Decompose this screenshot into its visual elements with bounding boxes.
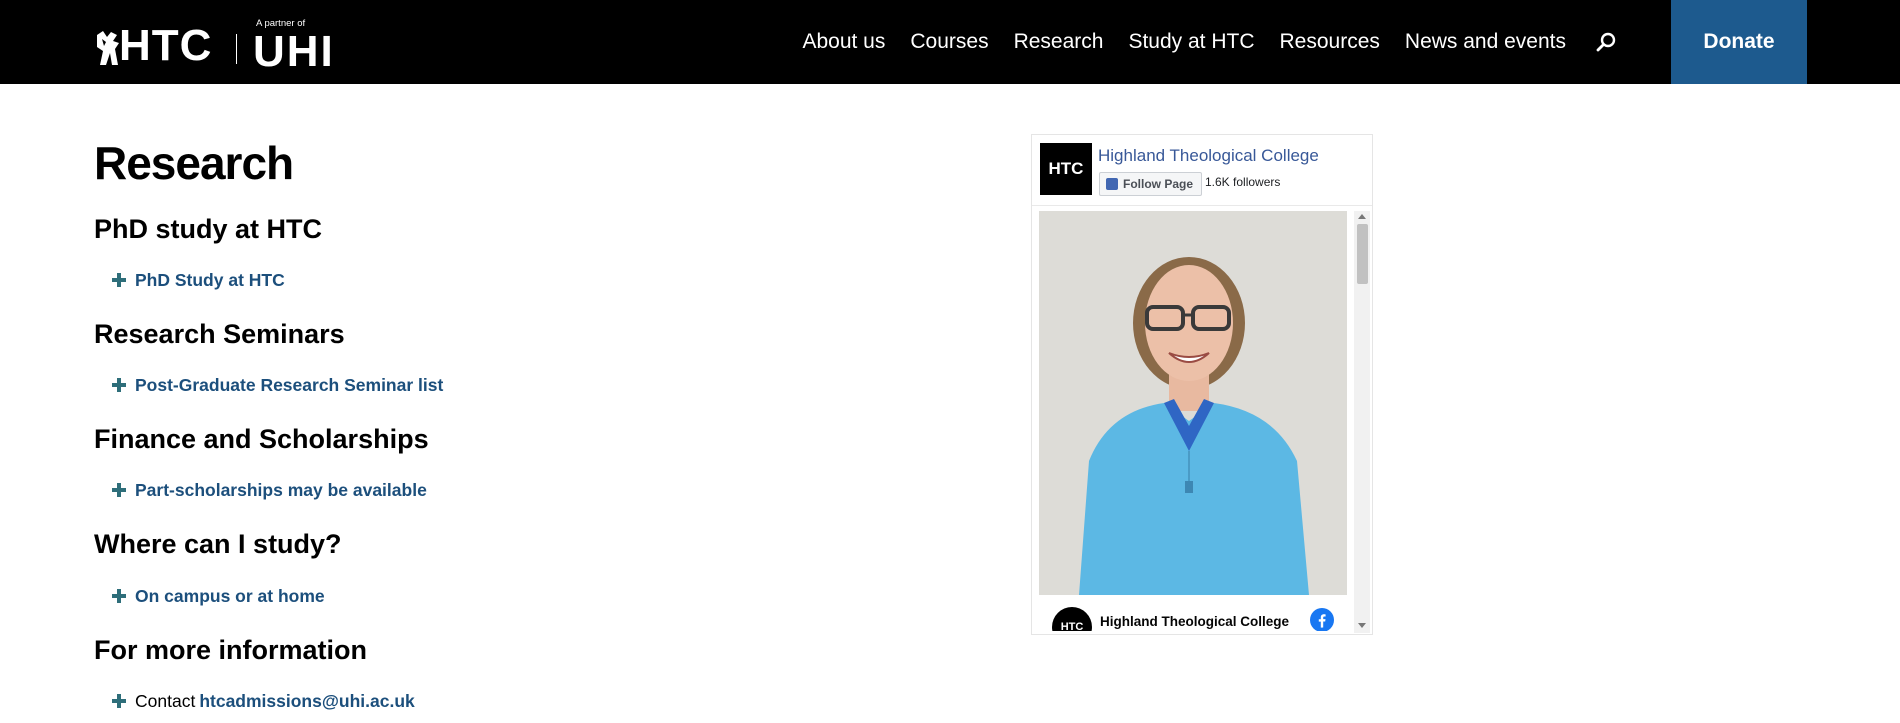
nav-courses[interactable]: Courses (910, 30, 988, 54)
main-nav: About us Courses Research Study at HTC R… (802, 0, 1617, 84)
scroll-up-icon[interactable] (1358, 214, 1366, 219)
nav-news-and-events[interactable]: News and events (1405, 30, 1566, 54)
fb-follower-count: 1.6K followers (1205, 175, 1281, 189)
section-heading-where: Where can I study? (94, 529, 342, 559)
link-phd-study[interactable]: PhD Study at HTC (135, 270, 285, 291)
nav-study-at-htc[interactable]: Study at HTC (1128, 30, 1254, 54)
link-admissions-email[interactable]: htcadmissions@uhi.ac.uk (199, 691, 414, 712)
list-item: On campus or at home (111, 586, 325, 607)
scroll-down-icon[interactable] (1358, 623, 1366, 628)
htc-logo[interactable]: HTC (93, 24, 221, 70)
fb-follow-button[interactable]: Follow Page (1099, 172, 1203, 196)
plus-icon (112, 272, 126, 287)
list-item: Post-Graduate Research Seminar list (111, 375, 443, 396)
facebook-icon (1106, 178, 1118, 190)
plus-icon (112, 377, 126, 392)
logo-divider (236, 34, 237, 64)
link-seminar-list[interactable]: Post-Graduate Research Seminar list (135, 375, 443, 396)
list-item: PhD Study at HTC (111, 270, 285, 291)
fb-page-name-link[interactable]: Highland Theological College (1098, 146, 1319, 166)
scroll-thumb[interactable] (1357, 224, 1368, 284)
list-item: Contact htcadmissions@uhi.ac.uk (111, 691, 415, 712)
fb-feed[interactable]: HTC Highland Theological College (1039, 211, 1349, 631)
section-heading-phd: PhD study at HTC (94, 214, 323, 244)
plus-icon (112, 693, 126, 708)
uhi-logo[interactable]: UHI (253, 30, 335, 74)
facebook-page-widget: HTC Highland Theological College Follow … (1031, 134, 1373, 635)
link-campus-or-home[interactable]: On campus or at home (135, 586, 325, 607)
plus-icon (112, 482, 126, 497)
page-title: Research (94, 137, 294, 189)
htc-logo-text: HTC (119, 21, 213, 70)
plus-icon (112, 588, 126, 603)
fb-post-author-avatar[interactable]: HTC (1052, 607, 1092, 631)
link-scholarships[interactable]: Part-scholarships may be available (135, 480, 427, 501)
nav-about-us[interactable]: About us (802, 30, 885, 54)
nav-resources[interactable]: Resources (1280, 30, 1380, 54)
site-header: HTC A partner of UHI About us Courses Re… (0, 0, 1900, 84)
fb-page-avatar[interactable]: HTC (1040, 143, 1092, 195)
fb-feed-scrollbar[interactable] (1354, 211, 1370, 633)
list-item: Part-scholarships may be available (111, 480, 427, 501)
contact-label: Contact (135, 691, 196, 711)
nav-research[interactable]: Research (1014, 30, 1104, 54)
section-heading-seminars: Research Seminars (94, 319, 345, 349)
search-icon[interactable] (1595, 31, 1617, 53)
fb-widget-header: HTC Highland Theological College Follow … (1032, 135, 1372, 206)
fb-post-author-name[interactable]: Highland Theological College (1100, 614, 1289, 629)
section-heading-more-info: For more information (94, 635, 368, 665)
donate-button[interactable]: Donate (1671, 0, 1807, 84)
facebook-icon[interactable] (1310, 608, 1334, 631)
section-heading-finance: Finance and Scholarships (94, 424, 429, 454)
fb-follow-label: Follow Page (1123, 177, 1194, 191)
fb-post-photo[interactable] (1039, 211, 1347, 595)
